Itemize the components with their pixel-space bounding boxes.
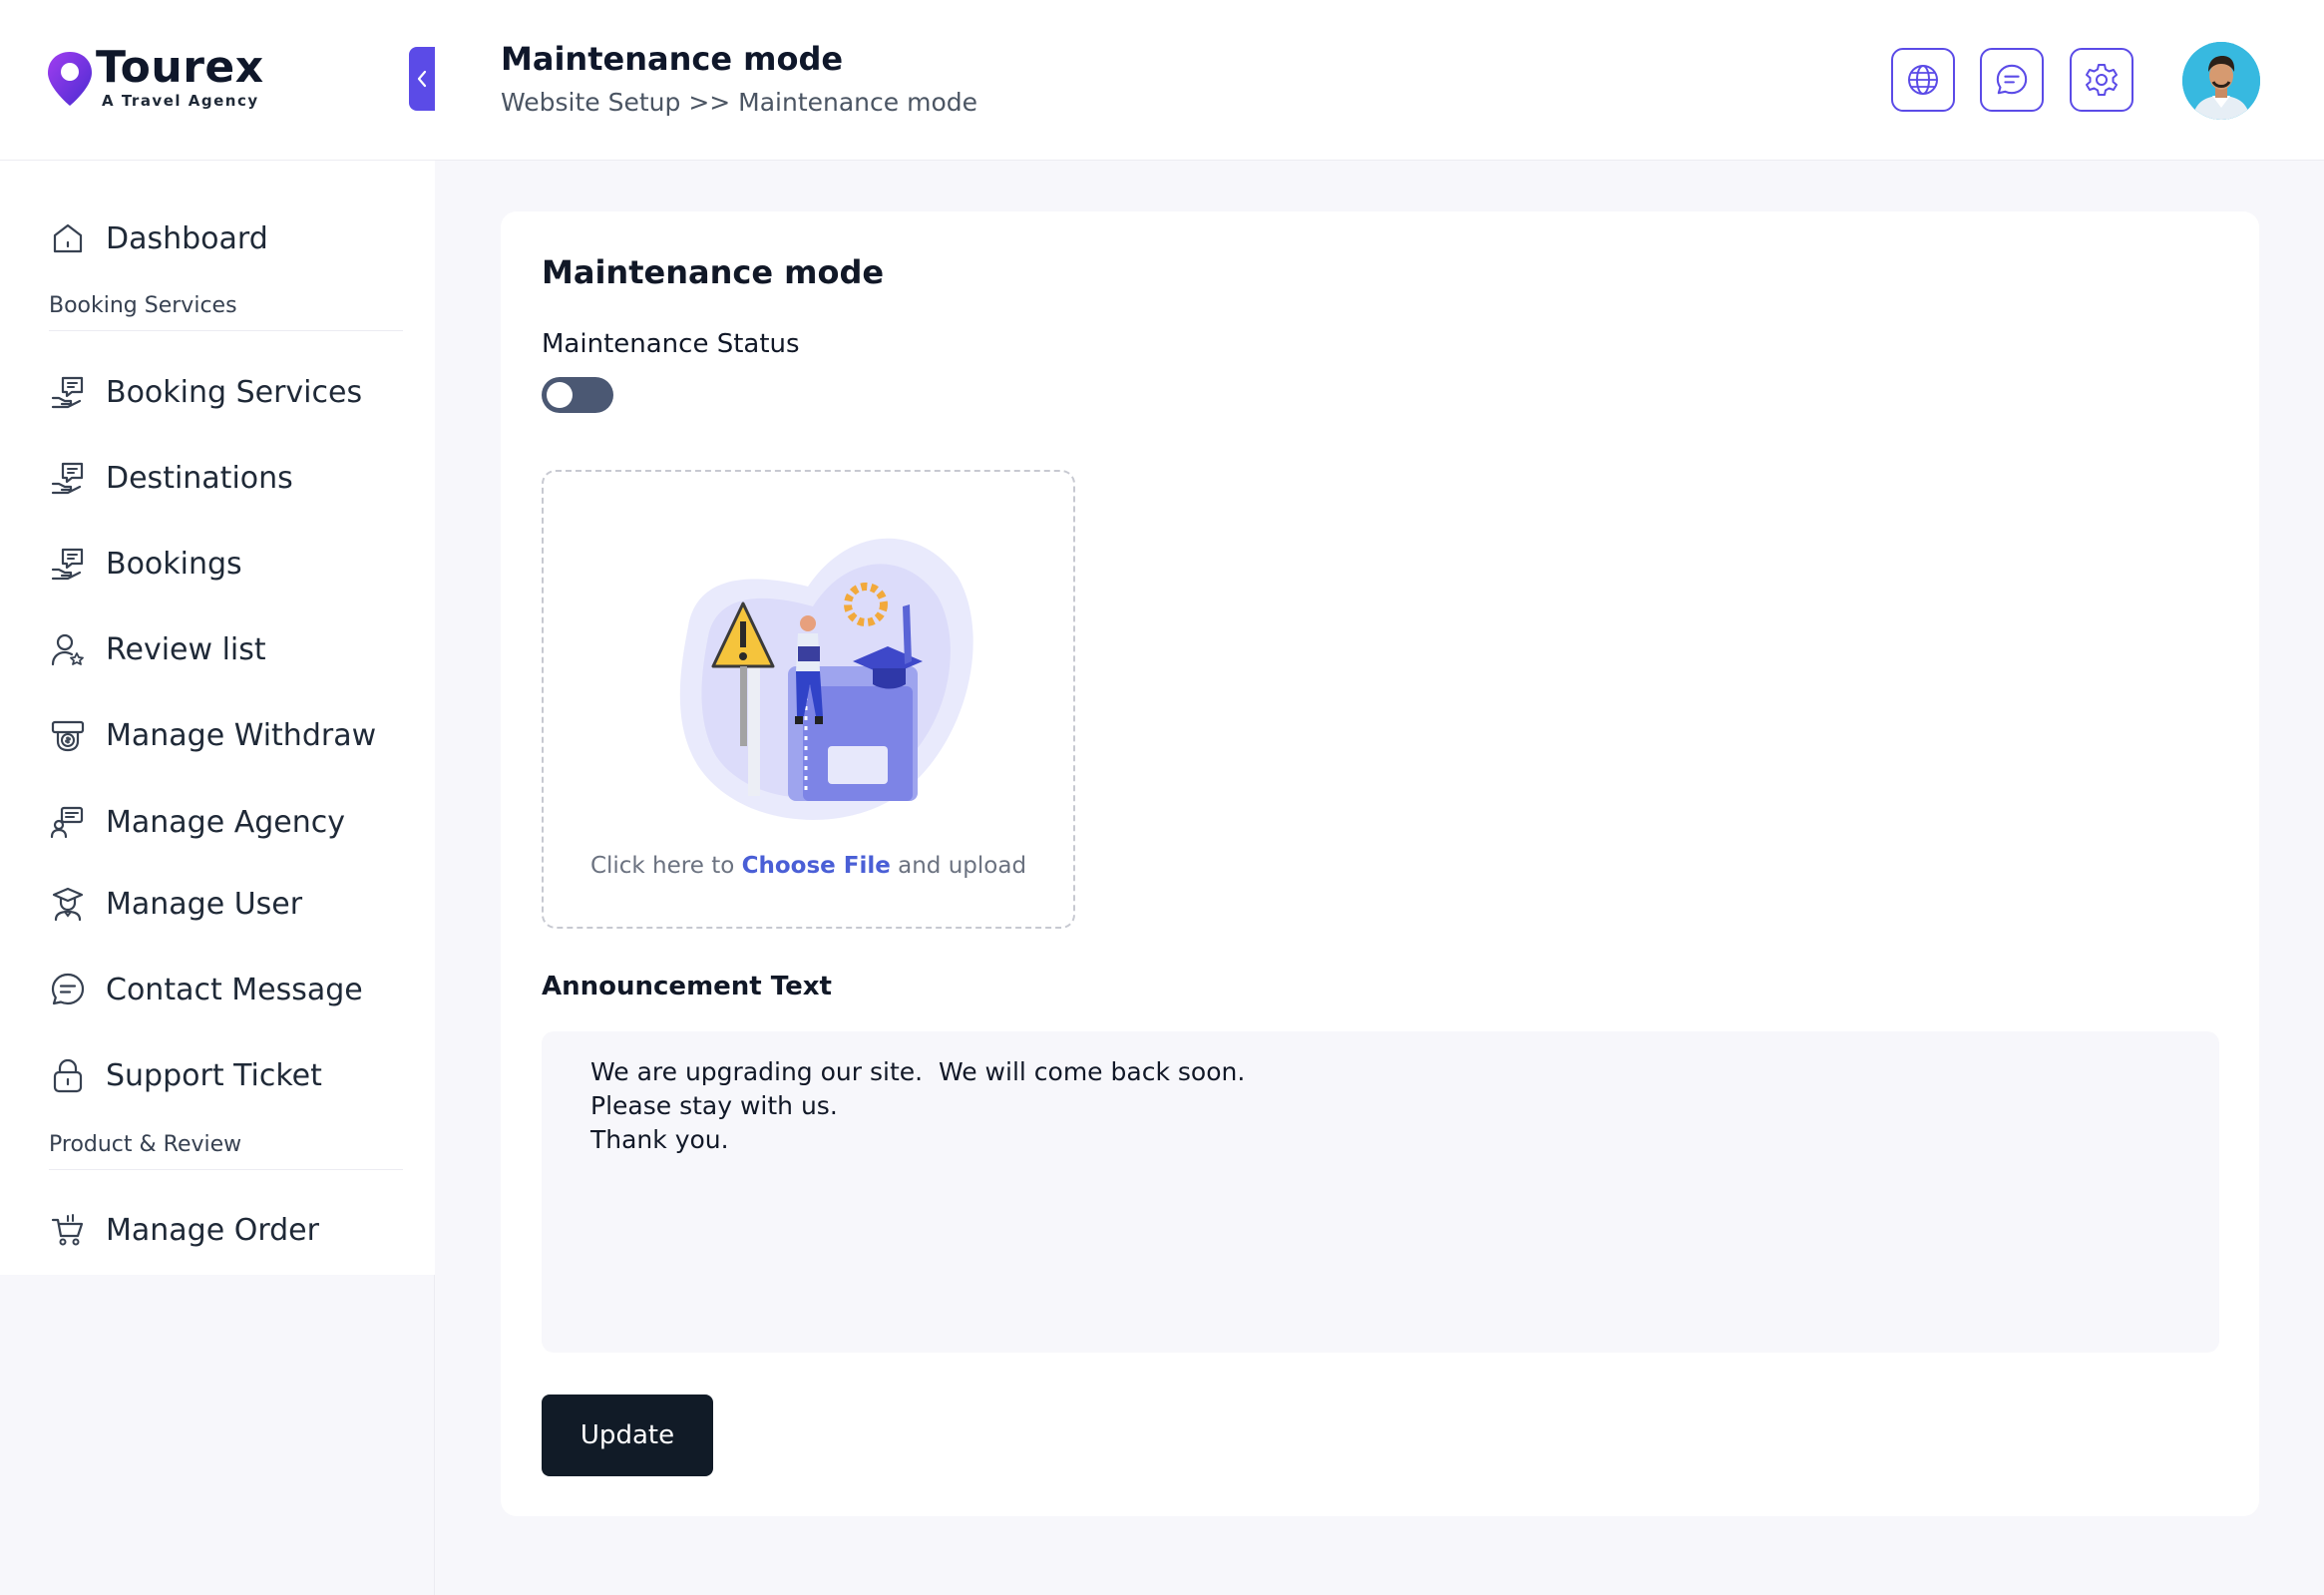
basket-icon <box>48 1210 88 1250</box>
sidebar-panel: Tourex A Travel Agency Dashboard Booking… <box>0 0 435 1275</box>
card-title: Maintenance mode <box>542 253 885 291</box>
toggle-knob <box>547 382 573 408</box>
sidebar-item-label: Manage Agency <box>106 804 345 840</box>
maintenance-card: Maintenance mode Maintenance Status Clic… <box>501 211 2259 1516</box>
breadcrumb: Website Setup >> Maintenance mode <box>501 88 978 117</box>
upload-hint-prefix: Click here to <box>589 853 742 879</box>
sidebar-item-label: Manage User <box>106 886 303 922</box>
message-icon <box>48 970 88 1009</box>
sidebar-item-label: Support Ticket <box>106 1057 322 1093</box>
avatar-photo-icon <box>2182 42 2260 120</box>
language-button[interactable] <box>1891 48 1955 112</box>
sidebar-item-manage-agency[interactable]: Manage Agency <box>48 797 407 847</box>
agency-icon <box>48 802 88 842</box>
chat-hand-icon <box>48 544 88 584</box>
logo-pin-icon <box>48 52 92 106</box>
sidebar-item-dashboard[interactable]: Dashboard <box>48 213 407 263</box>
brand-name: Tourex <box>96 42 264 93</box>
sidebar-item-label: Review list <box>106 631 266 667</box>
logo-area: Tourex A Travel Agency <box>0 0 435 161</box>
sidebar-item-destinations[interactable]: Destinations <box>48 453 407 503</box>
globe-icon <box>1908 65 1938 95</box>
nav-section-label: Product & Review <box>49 1132 242 1157</box>
sidebar-item-booking-services[interactable]: Booking Services <box>48 367 407 417</box>
upload-hint-suffix: and upload <box>890 853 1027 879</box>
sidebar-item-label: Contact Message <box>106 972 363 1007</box>
sidebar-item-label: Booking Services <box>106 374 363 410</box>
nav-divider <box>49 1169 403 1170</box>
sidebar-item-label: Dashboard <box>106 220 268 256</box>
upload-hint: Click here to Choose File and upload <box>544 853 1073 879</box>
settings-button[interactable] <box>2070 48 2133 112</box>
messages-button[interactable] <box>1980 48 2044 112</box>
sidebar-item-bookings[interactable]: Bookings <box>48 539 407 589</box>
sidebar-collapse-button[interactable] <box>409 47 435 111</box>
announcement-text-label: Announcement Text <box>542 972 832 1001</box>
brand-tagline: A Travel Agency <box>102 92 259 110</box>
user-star-icon <box>48 629 88 669</box>
chevron-left-icon <box>417 70 427 88</box>
sidebar-item-support-ticket[interactable]: Support Ticket <box>48 1050 407 1100</box>
sidebar: Tourex A Travel Agency Dashboard Booking… <box>0 0 435 1595</box>
top-header: Maintenance mode Website Setup >> Mainte… <box>435 0 2324 161</box>
home-icon <box>48 218 88 258</box>
user-cap-icon <box>48 884 88 924</box>
sidebar-item-label: Manage Order <box>106 1212 319 1248</box>
user-avatar[interactable] <box>2182 42 2260 120</box>
page-title: Maintenance mode <box>501 40 844 78</box>
gear-icon <box>2086 64 2118 96</box>
nav-section-label: Booking Services <box>49 293 237 318</box>
sidebar-item-review-list[interactable]: Review list <box>48 624 407 674</box>
update-button[interactable]: Update <box>542 1395 713 1476</box>
image-upload-dropzone[interactable]: Click here to Choose File and upload <box>542 470 1075 929</box>
sidebar-item-manage-withdraw[interactable]: Manage Withdraw <box>48 710 407 760</box>
sidebar-item-manage-order[interactable]: Manage Order <box>48 1205 407 1255</box>
nav-divider <box>49 330 403 331</box>
money-icon <box>48 715 88 755</box>
chat-hand-icon <box>48 458 88 498</box>
sidebar-item-label: Bookings <box>106 546 242 582</box>
chat-hand-icon <box>48 372 88 412</box>
choose-file-link[interactable]: Choose File <box>742 853 891 879</box>
sidebar-item-contact-message[interactable]: Contact Message <box>48 965 407 1014</box>
maintenance-status-toggle[interactable] <box>542 377 613 413</box>
message-icon <box>1996 64 2028 95</box>
sidebar-item-label: Manage Withdraw <box>106 717 377 753</box>
sidebar-item-label: Destinations <box>106 460 293 496</box>
announcement-textarea[interactable]: We are upgrading our site. We will come … <box>542 1031 2219 1353</box>
lock-icon <box>48 1055 88 1095</box>
maintenance-illustration <box>679 538 973 820</box>
maintenance-status-label: Maintenance Status <box>542 329 800 359</box>
sidebar-item-manage-user[interactable]: Manage User <box>48 879 407 929</box>
